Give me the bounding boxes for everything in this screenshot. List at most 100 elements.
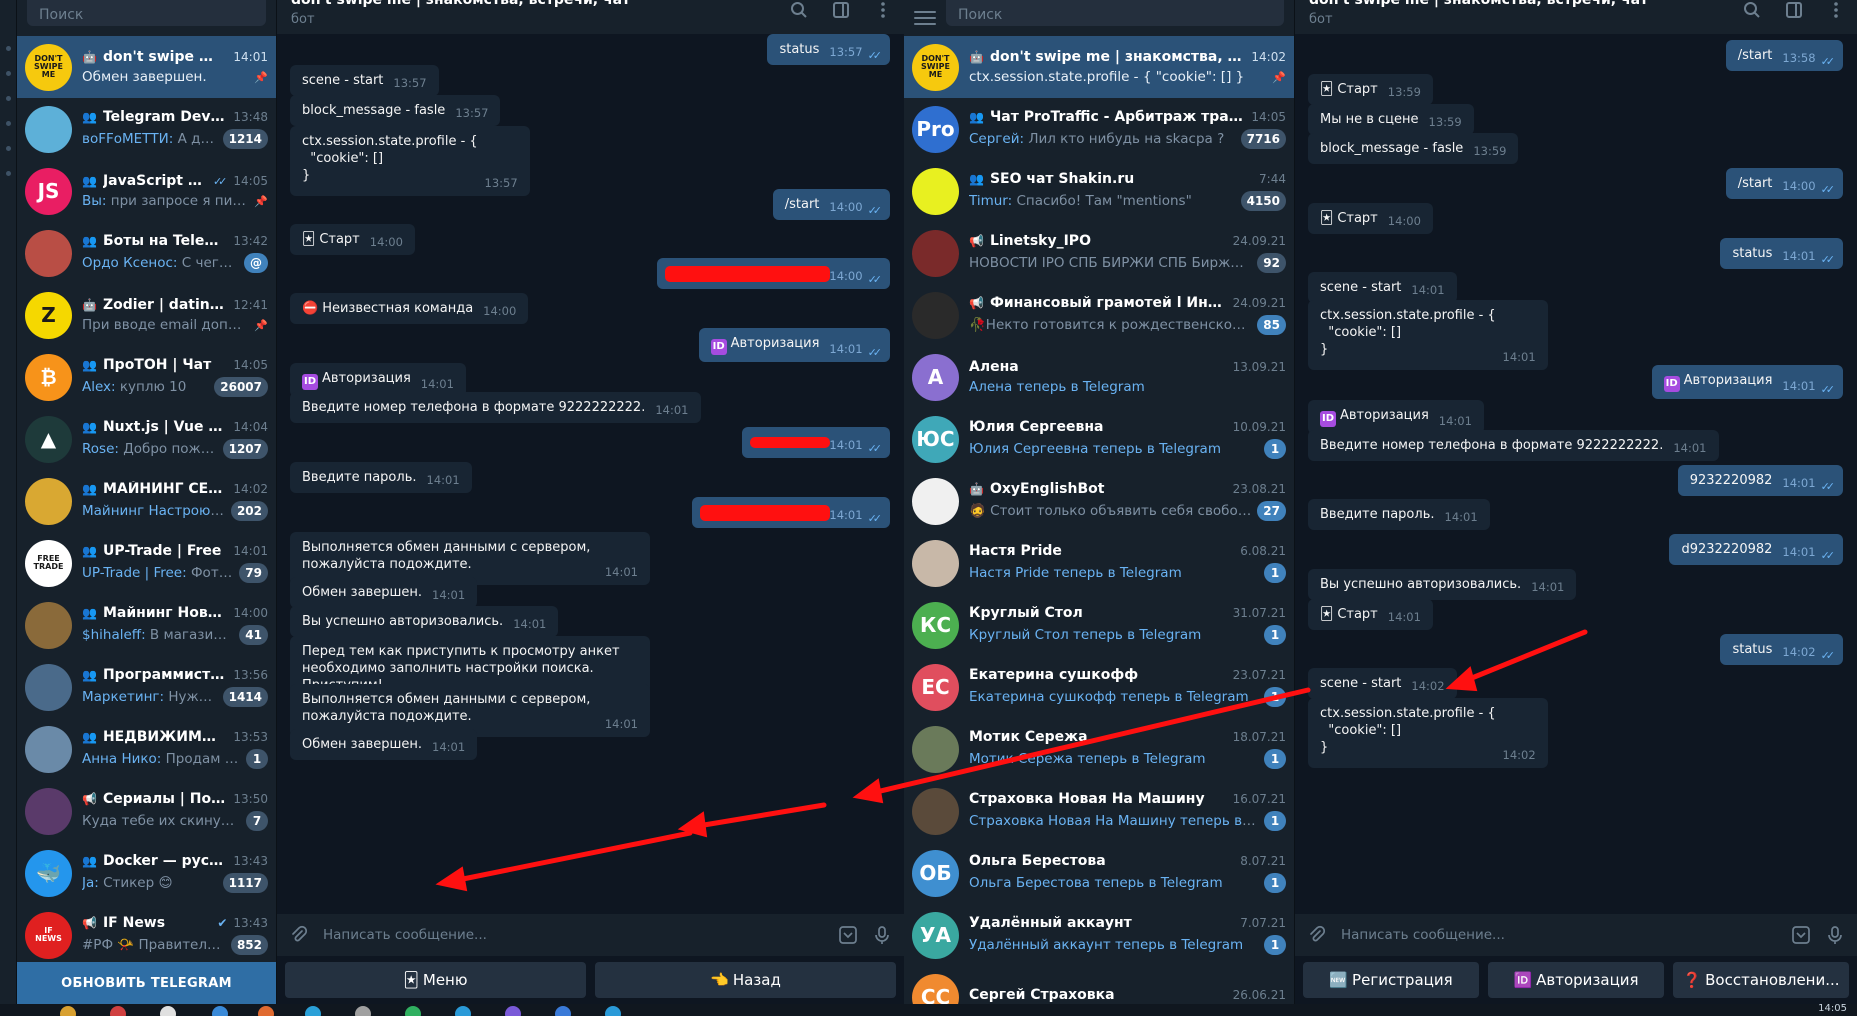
more-options-icon[interactable]: [1827, 1, 1845, 19]
message-bubble[interactable]: 9232220982 14:01 ✓✓: [1677, 465, 1843, 496]
taskbar-app-icon[interactable]: [505, 1006, 521, 1016]
chat-list-item[interactable]: JS 👥 JavaScript Noo... ✓✓ 14:05 Вы: при запро…: [17, 160, 276, 222]
message-bubble[interactable]: Обмен завершен. 14:01: [290, 729, 478, 760]
chat-list-item[interactable]: 👥Майнинг Новоси...14:00$hihaleff: В мага…: [17, 594, 276, 656]
message-bubble[interactable]: scene - start 13:57: [290, 65, 439, 96]
message-bubble[interactable]: /start 14:00 ✓✓: [772, 189, 890, 220]
message-bubble[interactable]: Вы успешно авторизовались. 14:01: [290, 606, 559, 637]
chat-list-item[interactable]: УА Удалённый аккаунт 7.07.21 Удалённый акка…: [904, 904, 1294, 966]
conversation-header[interactable]: don't swipe me | знакомства, встречи, ча…: [277, 0, 904, 34]
taskbar-app-icon[interactable]: [405, 1006, 421, 1016]
attach-icon[interactable]: [289, 925, 309, 945]
hamburger-menu-icon[interactable]: [914, 11, 936, 25]
message-bubble[interactable]: status 13:57 ✓✓: [767, 34, 890, 65]
message-bubble[interactable]: ⛔ Неизвестная команда 14:00: [290, 293, 529, 324]
taskbar-app-icon[interactable]: [455, 1006, 471, 1016]
message-bubble[interactable]: 🃏 Старт 14:00: [1308, 203, 1433, 234]
chat-list-item[interactable]: КС Круглый Стол 31.07.21 Круглый Стол тепер…: [904, 594, 1294, 656]
chat-list-item[interactable]: Z 🤖 Zodier | dating, m... 12:41 При вводе em…: [17, 284, 276, 346]
taskbar-app-icon[interactable]: [110, 1006, 126, 1016]
chat-list-item[interactable]: 📢 Сериалы | Поло... 13:50 Куда тебе их скин…: [17, 780, 276, 842]
taskbar-app-icon[interactable]: [258, 1006, 274, 1016]
chat-list-item[interactable]: 👥 НЕДВИЖИМОСТЬ... 13:53 Анна Нико: Продам д…: [17, 718, 276, 780]
taskbar-app-icon[interactable]: [212, 1006, 228, 1016]
chat-list-item[interactable]: DON'T SWIPE ME 🤖 don't swipe me | знакомст…: [904, 36, 1294, 98]
message-bubble[interactable]: ID Авторизация 14:01 ✓✓: [1651, 365, 1843, 399]
sidebar-toggle-icon[interactable]: [1785, 1, 1803, 19]
chat-list-item[interactable]: 👥 SEO чат Shakin.ru 7:44 Timur: Спасибо! Та…: [904, 160, 1294, 222]
chat-list-item[interactable]: 📢 Финансовый грамотей l Инвести... 24.09.2…: [904, 284, 1294, 346]
message-bubble[interactable]: Введите пароль. 14:01: [290, 462, 472, 493]
search-icon[interactable]: [790, 1, 808, 19]
message-bubble[interactable]: Введите пароль. 14:01: [1308, 499, 1490, 530]
chat-list-item[interactable]: СС Сергей Страховка 26.06.21: [904, 966, 1294, 1004]
chat-list-item[interactable]: Pro 👥 Чат ProTraffic - Арбитраж трафика 14:…: [904, 98, 1294, 160]
chat-list-item[interactable]: 📢 Linetsky_IPO 24.09.21 НОВОСТИ IPO СПБ БИР…: [904, 222, 1294, 284]
search-input[interactable]: Поиск: [946, 0, 1284, 26]
microphone-icon[interactable]: [872, 925, 892, 945]
bot-keyboard-icon[interactable]: [838, 925, 858, 945]
message-bubble[interactable]: 🃏 Старт 13:59: [1308, 74, 1433, 105]
message-bubble[interactable]: block_message - fasle 13:59: [1308, 133, 1519, 164]
chat-list-item[interactable]: Страховка Новая На Машину 16.07.21 Страхов…: [904, 780, 1294, 842]
taskbar-app-icon[interactable]: [160, 1006, 176, 1016]
chat-list-item[interactable]: ▲ 👥 Nuxt.js | Vue SSR 14:04 Rose: Добро пожа…: [17, 408, 276, 470]
taskbar-app-icon[interactable]: [555, 1006, 571, 1016]
message-bubble[interactable]: Обмен завершен. 14:01: [290, 577, 478, 608]
search-icon[interactable]: [1743, 1, 1761, 19]
chat-list-item[interactable]: Мотик Сережа 18.07.21 Мотик Сережа теперь …: [904, 718, 1294, 780]
message-bubble[interactable]: ctx.session.state.profile - { "cookie": …: [1308, 698, 1548, 768]
message-bubble[interactable]: status 14:01 ✓✓: [1720, 238, 1843, 269]
message-bubble[interactable]: Мы не в сцене 13:59: [1308, 104, 1474, 135]
message-bubble[interactable]: ctx.session.state.profile - { "cookie": …: [1308, 300, 1548, 370]
taskbar-app-icon[interactable]: [60, 1006, 76, 1016]
chat-list-item[interactable]: 👥 Программисты. ... 13:56 Маркетинг: Нужно …: [17, 656, 276, 718]
message-bubble[interactable]: block_message - fasle 13:57: [290, 95, 501, 126]
bot-keyboard-button[interactable]: 👈 Назад: [595, 962, 896, 998]
message-bubble[interactable]: ctx.session.state.profile - { "cookie": …: [290, 126, 530, 196]
chat-list-item[interactable]: 🤖 OxyEnglishBot 23.08.21 🧔 Стоит только объ…: [904, 470, 1294, 532]
chat-list-item[interactable]: IF NEWS 📢 IF News ✔ 13:43 #РФ 📯 Правительст..…: [17, 904, 276, 966]
message-bubble[interactable]: /start 13:58 ✓✓: [1725, 40, 1843, 71]
message-bubble[interactable]: d9232220982 14:01 ✓✓: [1669, 534, 1843, 565]
taskbar-app-icon[interactable]: [355, 1006, 371, 1016]
chat-list-item[interactable]: 🐳 👥 Docker — русског... 13:43 Ja: Стикер 😊 11…: [17, 842, 276, 904]
conversation-header[interactable]: don't swipe me | знакомства, встречи, ча…: [1295, 0, 1857, 34]
message-bubble[interactable]: 14:01 ✓✓: [692, 497, 890, 528]
message-bubble[interactable]: 🃏 Старт 14:01: [1308, 599, 1433, 630]
bot-keyboard-icon[interactable]: [1791, 925, 1811, 945]
message-bubble[interactable]: Введите номер телефона в формате 9222222…: [1308, 430, 1719, 461]
message-bubble[interactable]: status 14:02 ✓✓: [1720, 634, 1843, 665]
message-bubble[interactable]: scene - start 14:02: [1308, 668, 1457, 699]
more-options-icon[interactable]: [874, 1, 892, 19]
chat-list-item[interactable]: DON'T SWIPE ME 🤖 don't swipe me | ... 14:01…: [17, 36, 276, 98]
update-telegram-button[interactable]: ОБНОВИТЬ TELEGRAM: [17, 962, 276, 1004]
attach-icon[interactable]: [1307, 925, 1327, 945]
taskbar-app-icon[interactable]: [605, 1006, 621, 1016]
chat-list-item[interactable]: Настя Pride 6.08.21 Настя Pride теперь в T…: [904, 532, 1294, 594]
bot-keyboard-button[interactable]: 🆔 Авторизация: [1488, 962, 1664, 998]
chat-list-item[interactable]: 👥 МАЙНИНГ СЕКТА... 14:02 Майнинг Настрою: Н…: [17, 470, 276, 532]
chat-list-item[interactable]: ₿ 👥 ПроТОН | Чат 14:05 Alex: куплю 10 26007: [17, 346, 276, 408]
chat-list-item[interactable]: 👥 Боты на Telegraf ... 13:42 Ордо Ксенос: С…: [17, 222, 276, 284]
message-bubble[interactable]: ID Авторизация 14:01 ✓✓: [698, 328, 890, 362]
microphone-icon[interactable]: [1825, 925, 1845, 945]
message-bubble[interactable]: 14:00 ✓✓: [657, 258, 890, 289]
search-input[interactable]: Поиск: [27, 0, 266, 26]
message-bubble[interactable]: scene - start 14:01: [1308, 272, 1457, 303]
taskbar-app-icon[interactable]: [305, 1006, 321, 1016]
message-bubble[interactable]: 🃏 Старт 14:00: [290, 224, 415, 255]
bot-keyboard-button[interactable]: 🃏 Меню: [285, 962, 586, 998]
message-bubble[interactable]: 14:01 ✓✓: [742, 427, 890, 458]
message-input[interactable]: Написать сообщение...: [323, 927, 824, 943]
chat-list-item[interactable]: ЕС Екатерина сушкофф 23.07.21 Екатерина суш…: [904, 656, 1294, 718]
chat-list-item[interactable]: FREE TRADE 👥 UP-Trade | Free 14:01 UP-Trade …: [17, 532, 276, 594]
chat-list-item[interactable]: 👥 Telegram Develop... 13:48 воFFоМЕТТИ: А д…: [17, 98, 276, 160]
bot-keyboard-button[interactable]: 🆕 Регистрация: [1303, 962, 1479, 998]
message-bubble[interactable]: /start 14:00 ✓✓: [1725, 168, 1843, 199]
message-bubble[interactable]: Вы успешно авторизовались. 14:01: [1308, 569, 1577, 600]
message-bubble[interactable]: ID Авторизация 14:01: [1308, 400, 1484, 434]
message-input[interactable]: Написать сообщение...: [1341, 927, 1777, 943]
message-bubble[interactable]: Введите номер телефона в формате 9222222…: [290, 392, 701, 423]
sidebar-toggle-icon[interactable]: [832, 1, 850, 19]
